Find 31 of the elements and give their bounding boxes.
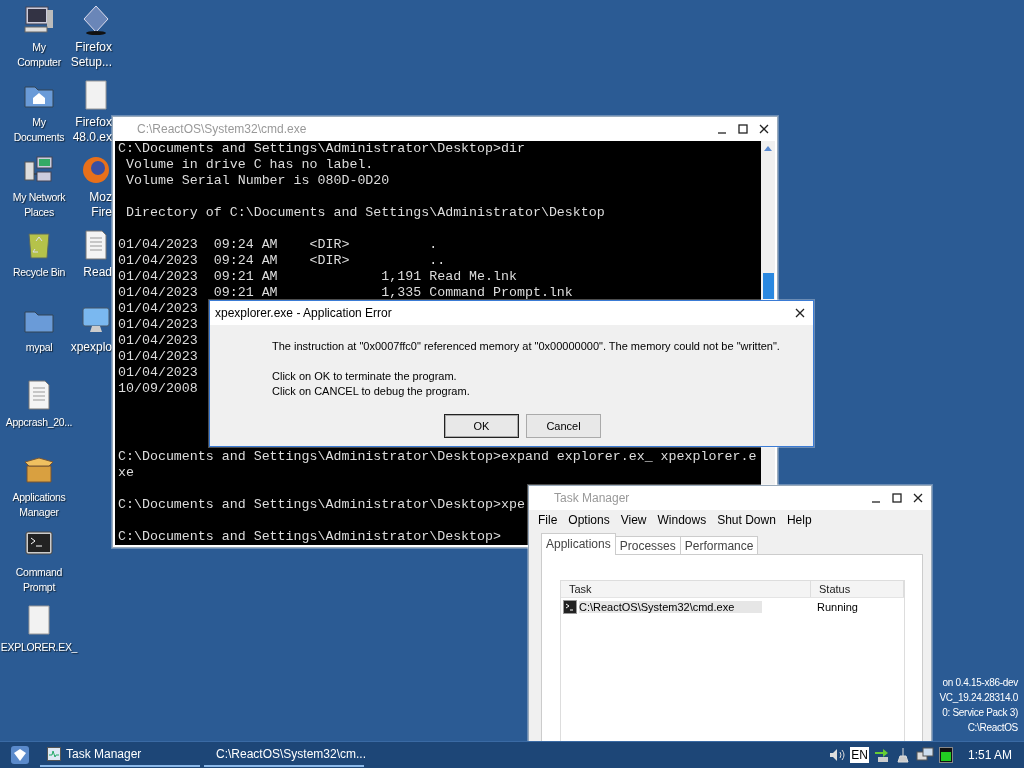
console-line: Volume Serial Number is 080D-0D20 [124,173,390,189]
error-message: The instruction at "0x0007ffc0" referenced memory at "0x00000000". The memory could not be "written". [272,339,781,354]
task-status: Running [816,600,858,613]
console-line: xe [118,465,134,481]
window-title: C:\ReactOS\System32\cmd.exe [137,122,308,136]
window-title: Task Manager [554,491,631,505]
instruction-text: Click on CANCEL to debug the program. [272,384,471,399]
console-line: 01/04/2023 [118,349,198,365]
console-line: 01/04/2023 09:24 AM <DIR> .. [118,253,446,269]
console-line: 01/04/2023 [118,317,198,333]
console-line: 01/04/2023 09:21 AM 1,335 Command Prompt.lnk [118,285,573,301]
console-line: 01/04/2023 09:24 AM <DIR> . [118,237,438,253]
version-text: VC_19.24.28314.0 [939,691,1018,705]
dialog-title: xpexplorer.exe - Application Error [215,306,393,320]
version-text: 0: Service Pack 3) [942,706,1018,720]
console-line: C:\Documents and Settings\Administrator\Desktop> [118,529,501,545]
taskbar-button-label: Task Manager [66,747,142,761]
console-line: 01/04/2023 09:21 AM 1,191 Read Me.lnk [118,269,517,285]
console-line: 01/04/2023 [118,301,198,317]
console-line: 10/09/2008 [118,381,198,397]
console-line: C:\Documents and Settings\Administrator\Desktop>expand explorer.ex_ xpexplorer.e [118,449,757,465]
console-line: 01/04/2023 [118,333,198,349]
console-line: C:\Documents and Settings\Administrator\Desktop>dir [118,141,525,157]
console-line: Directory of C:\Documents and Settings\Administrator\Desktop [124,205,605,221]
console-line: C:\Documents and Settings\Administrator\Desktop>xpe [118,497,525,513]
console-line: 01/04/2023 [118,365,198,381]
version-text: on 0.4.15-x86-dev [942,676,1018,690]
version-text: C:\ReactOS [967,721,1018,735]
console-line: Volume in drive C has no label. [124,157,374,173]
taskbar-button-label: C:\ReactOS\System32\cm... [216,747,367,761]
instruction-text: Click on OK to terminate the program. [272,369,458,384]
